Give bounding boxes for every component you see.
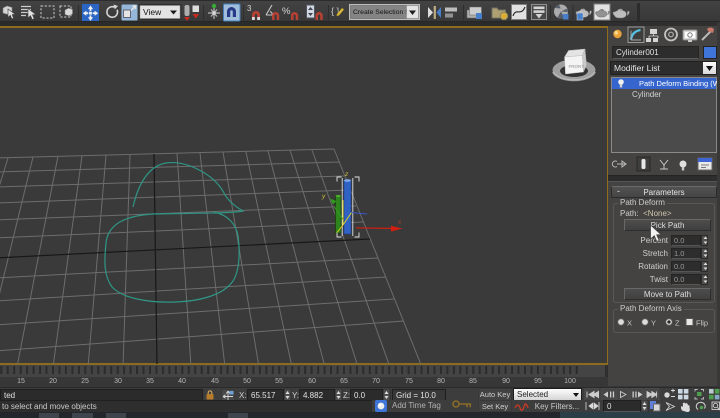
svg-text:%: % <box>282 6 291 17</box>
svg-text:y: y <box>321 193 326 200</box>
svg-text:Flip: Flip <box>696 319 708 328</box>
svg-text:FRONT: FRONT <box>569 64 585 69</box>
svg-text:View: View <box>143 7 162 17</box>
svg-text:3: 3 <box>247 4 252 13</box>
svg-text:z: z <box>344 171 349 178</box>
svg-text:X: X <box>627 319 632 328</box>
svg-text:x: x <box>397 219 402 226</box>
svg-text:Z: Z <box>675 319 680 328</box>
svg-text:Create Selection Se: Create Selection Se <box>353 9 414 16</box>
svg-text:Y: Y <box>651 319 656 328</box>
